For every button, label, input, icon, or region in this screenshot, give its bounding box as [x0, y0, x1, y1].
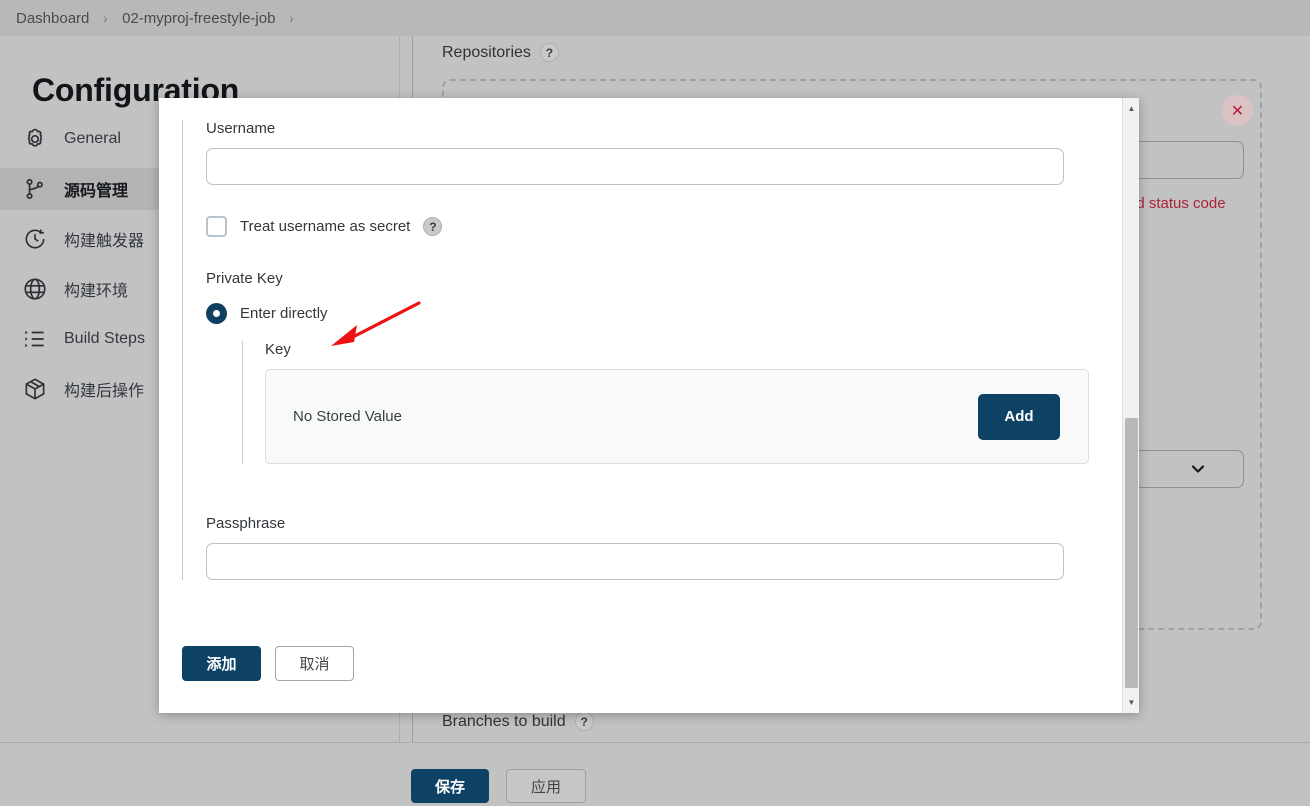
stored-key-box: No Stored Value Add	[265, 369, 1089, 464]
enter-directly-radio[interactable]	[206, 303, 227, 324]
repositories-label-text: Repositories	[442, 43, 531, 61]
repositories-section-label: Repositories ?	[442, 43, 559, 62]
credentials-modal-body: Username Treat username as secret ? Priv…	[159, 98, 1122, 713]
enter-directly-radio-row[interactable]: Enter directly	[206, 303, 1122, 324]
username-form-group: Username Treat username as secret ? Priv…	[182, 120, 1122, 580]
globe-icon	[22, 276, 48, 302]
passphrase-wrapper: Passphrase	[206, 515, 1122, 580]
list-icon	[22, 326, 48, 352]
username-input[interactable]	[206, 148, 1064, 185]
treat-username-as-secret-label: Treat username as secret	[240, 218, 411, 235]
chevron-down-icon	[1188, 459, 1208, 479]
sidebar-item-label-scm: 源码管理	[64, 183, 129, 200]
sidebar-item-label-build-steps: Build Steps	[64, 330, 145, 347]
breadcrumb-separator-icon: ›	[103, 10, 108, 26]
help-icon-repositories[interactable]: ?	[539, 43, 559, 62]
breadcrumb-item-dashboard[interactable]: Dashboard	[16, 10, 89, 27]
enter-directly-label: Enter directly	[240, 305, 328, 322]
sidebar-item-label-environment: 构建环境	[64, 283, 129, 300]
package-icon	[22, 376, 48, 402]
scroll-down-arrow-icon[interactable]: ▼	[1123, 694, 1139, 711]
modal-submit-button[interactable]: 添加	[182, 646, 261, 681]
treat-username-as-secret-checkbox[interactable]	[206, 216, 227, 237]
breadcrumb: Dashboard › 02-myproj-freestyle-job ›	[0, 0, 1310, 36]
branch-icon	[22, 176, 48, 202]
help-icon-treat-secret[interactable]: ?	[423, 217, 443, 236]
modal-cancel-button[interactable]: 取消	[275, 646, 354, 681]
help-icon-branches[interactable]: ?	[574, 712, 594, 731]
credentials-modal: Username Treat username as secret ? Priv…	[159, 98, 1139, 713]
passphrase-input[interactable]	[206, 543, 1064, 580]
add-key-button[interactable]: Add	[978, 393, 1060, 440]
breadcrumb-item-job[interactable]: 02-myproj-freestyle-job	[122, 10, 275, 27]
clock-icon	[22, 226, 48, 252]
breadcrumb-separator-icon-2: ›	[289, 10, 294, 26]
page-root: Dashboard › 02-myproj-freestyle-job › Co…	[0, 0, 1310, 806]
private-key-label: Private Key	[206, 270, 283, 287]
remove-repository-button[interactable]: ✕	[1222, 95, 1253, 126]
modal-scrollbar-thumb[interactable]	[1125, 418, 1138, 688]
passphrase-label: Passphrase	[206, 515, 286, 532]
branches-label-text: Branches to build	[442, 712, 566, 730]
sidebar-item-label-triggers: 构建触发器	[64, 233, 145, 250]
modal-footer: 添加 取消	[182, 646, 354, 681]
treat-username-as-secret-row[interactable]: Treat username as secret ?	[206, 216, 1122, 237]
gear-icon	[22, 126, 48, 152]
save-button[interactable]: 保存	[411, 769, 489, 803]
branches-to-build-label: Branches to build ?	[442, 712, 594, 731]
modal-scrollbar[interactable]: ▲ ▼	[1122, 98, 1139, 713]
sidebar-item-label-general: General	[64, 130, 121, 147]
apply-button[interactable]: 应用	[506, 769, 586, 803]
background-error-message: ed status code	[1128, 195, 1226, 212]
key-label: Key	[265, 341, 291, 358]
key-form-group: Key No Stored Value Add	[242, 341, 1122, 464]
page-action-bar	[0, 742, 1310, 806]
no-stored-value-text: No Stored Value	[293, 408, 402, 425]
sidebar-item-label-post-build: 构建后操作	[64, 383, 145, 400]
scroll-up-arrow-icon[interactable]: ▲	[1123, 100, 1139, 117]
username-label: Username	[206, 120, 276, 137]
